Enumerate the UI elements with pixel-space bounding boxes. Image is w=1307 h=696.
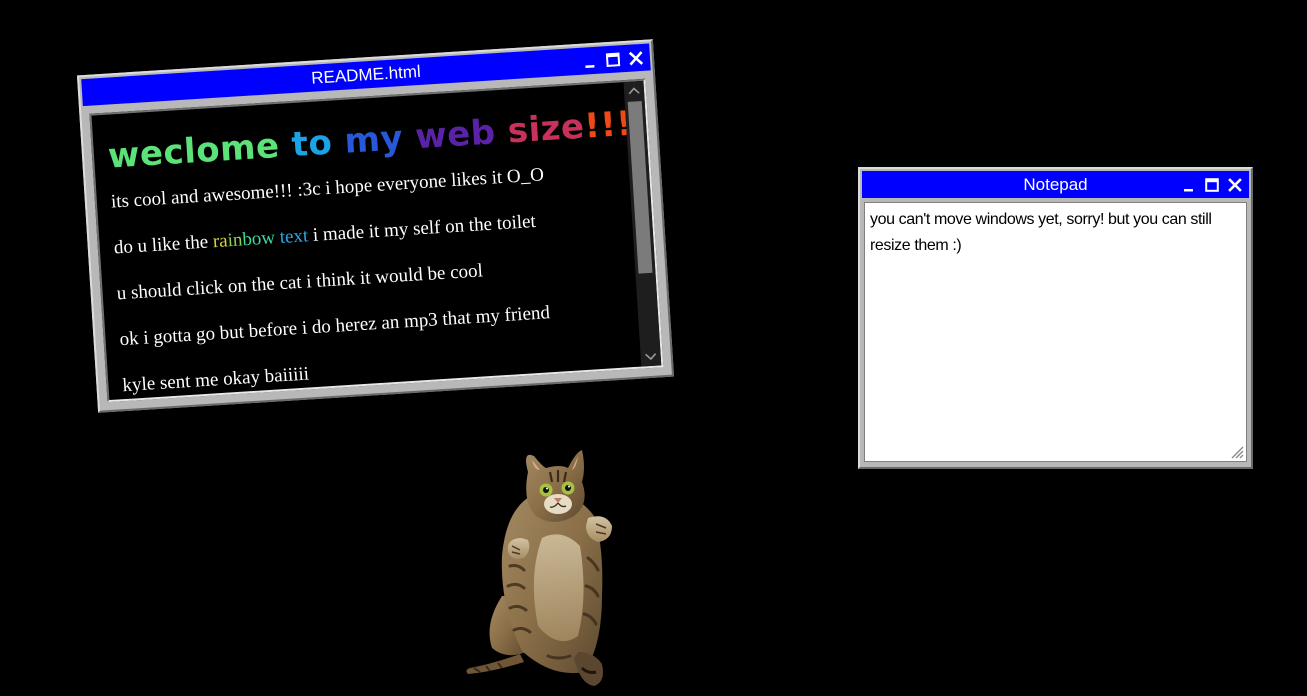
close-icon	[1228, 177, 1242, 192]
minimize-button[interactable]	[1181, 177, 1197, 193]
minimize-icon	[585, 64, 595, 68]
notepad-window-title: Notepad	[1023, 175, 1088, 194]
close-icon	[628, 50, 644, 65]
notepad-textarea[interactable]: you can't move windows yet, sorry! but y…	[864, 202, 1247, 462]
rainbow-text-part: ra	[212, 230, 229, 253]
readme-window-title: README.html	[310, 61, 422, 88]
rainbow-text-part: bow	[241, 227, 276, 251]
minimize-button[interactable]	[582, 52, 599, 69]
readme-content-area[interactable]: weclome to my web size!!!1 its cool and …	[89, 78, 664, 403]
resize-grip-icon[interactable]	[1228, 443, 1244, 459]
readme-line-2-after: i made it my self on the toilet	[307, 210, 537, 247]
cat-image[interactable]	[462, 446, 634, 690]
readme-line-3: u should click on the cat i think it wou…	[116, 260, 484, 305]
headline-part: to	[290, 121, 346, 166]
readme-line-2: do u like the rainbow text i made it my …	[113, 205, 618, 260]
headline-part: size	[506, 106, 586, 152]
headline-part: web	[414, 111, 510, 158]
notepad-window-controls	[1181, 171, 1243, 198]
notepad-text: you can't move windows yet, sorry! but y…	[870, 211, 1212, 254]
readme-line-4: ok i gotta go but before i do herez an m…	[118, 302, 551, 351]
readme-window[interactable]: README.html weclome to my web size!!! it…	[76, 39, 675, 413]
close-button[interactable]	[1227, 177, 1243, 193]
headline-part: my	[343, 117, 417, 162]
maximize-button[interactable]	[1204, 177, 1220, 193]
maximize-icon	[605, 52, 621, 67]
notepad-window[interactable]: Notepad you can't move windows yet, sorr	[858, 167, 1253, 469]
scroll-up-button[interactable]	[623, 81, 644, 100]
maximize-icon	[1205, 177, 1219, 192]
headline-part: weclome	[106, 125, 293, 177]
scroll-down-button[interactable]	[640, 347, 661, 366]
readme-line-5: kyle sent me okay baiiiii	[121, 363, 310, 397]
rainbow-text-part: in	[226, 229, 244, 252]
readme-document: weclome to my web size!!!1 its cool and …	[92, 82, 641, 400]
maximize-button[interactable]	[605, 51, 622, 68]
readme-window-controls	[581, 44, 645, 75]
chevron-up-icon	[628, 87, 640, 95]
chevron-down-icon	[645, 353, 657, 361]
close-button[interactable]	[627, 49, 644, 66]
notepad-titlebar[interactable]: Notepad	[862, 171, 1249, 198]
rainbow-text-part: text	[279, 225, 309, 249]
readme-line-2-before: do u like the	[113, 231, 214, 259]
minimize-icon	[1184, 188, 1193, 191]
rainbow-text: rainbow text	[212, 225, 309, 252]
